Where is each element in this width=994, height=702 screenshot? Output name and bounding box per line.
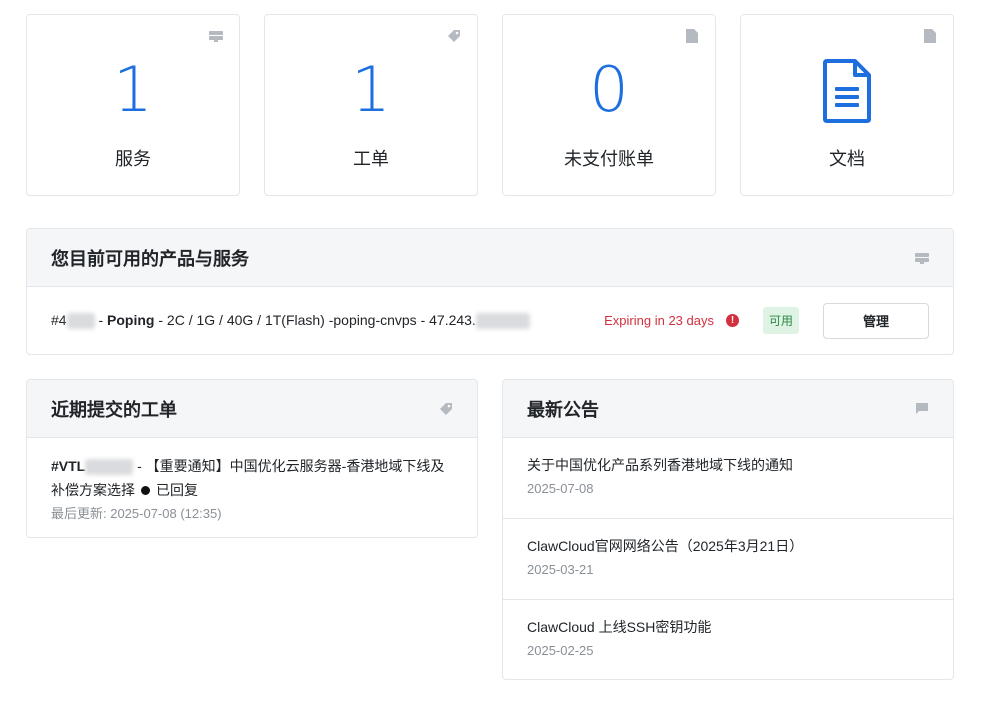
tickets-label: 工单 (353, 149, 389, 169)
announcement-title[interactable]: 关于中国优化产品系列香港地域下线的通知 (527, 455, 929, 475)
announcement-item[interactable]: 关于中国优化产品系列香港地域下线的通知 2025-07-08 (503, 438, 953, 519)
tickets-panel-header: 近期提交的工单 (27, 380, 477, 438)
services-panel: 您目前可用的产品与服务 #4 - Poping - 2C / 1G / 40G … (26, 228, 954, 355)
service-details: - 2C / 1G / 40G / 1T(Flash) -poping-cnvp… (154, 311, 476, 328)
announcement-date: 2025-02-25 (527, 643, 594, 658)
announcements-panel-title: 最新公告 (527, 399, 599, 420)
ticket-updated: 最后更新: 2025-07-08 (12:35) (51, 506, 222, 521)
manage-button[interactable]: 管理 (823, 302, 929, 339)
services-tile[interactable]: 1 服务 (26, 14, 240, 196)
tag-icon (447, 29, 461, 43)
docs-label: 文档 (829, 149, 865, 169)
ticket-subject-line[interactable]: #VTL - 【重要通知】中国优化云服务器-香港地域下线及补偿方案选择 已回复 (51, 454, 453, 502)
ticket-status: 已回复 (156, 482, 198, 498)
ticket-item[interactable]: #VTL - 【重要通知】中国优化云服务器-香港地域下线及补偿方案选择 已回复 最… (27, 438, 477, 540)
announcement-title[interactable]: ClawCloud官网网络公告（2025年3月21日） (527, 536, 929, 556)
expiry-notice: Expiring in 23 days (604, 313, 714, 328)
service-separator: - (94, 311, 108, 328)
tickets-panel: 近期提交的工单 #VTL - 【重要通知】中国优化云服务器-香港地域下线及补偿方… (26, 379, 478, 538)
status-dot-icon (141, 486, 150, 496)
ticket-id: #VTL (51, 458, 86, 474)
file-text-icon (823, 59, 871, 123)
docs-tile[interactable]: 文档 (740, 14, 954, 196)
unpaid-invoices-tile[interactable]: 0 未支付账单 (502, 14, 716, 196)
announcement-title[interactable]: ClawCloud 上线SSH密钥功能 (527, 617, 929, 637)
redacted-id (66, 313, 95, 330)
tickets-panel-title: 近期提交的工单 (51, 399, 177, 420)
service-id: #4 (51, 311, 67, 328)
tickets-count: 1 (351, 53, 391, 126)
announcements-panel-header: 最新公告 (503, 380, 953, 438)
unpaid-invoices-count: 0 (589, 53, 629, 126)
tag-icon (439, 402, 453, 416)
services-panel-title: 您目前可用的产品与服务 (51, 248, 249, 269)
status-badge: 可用 (762, 307, 799, 334)
services-panel-header: 您目前可用的产品与服务 (27, 229, 953, 287)
announcements-panel: 最新公告 关于中国优化产品系列香港地域下线的通知 2025-07-08 Claw… (502, 379, 954, 680)
announcement-item[interactable]: ClawCloud官网网络公告（2025年3月21日） 2025-03-21 (503, 519, 953, 600)
redacted-ticket-id (85, 459, 134, 476)
unpaid-invoices-label: 未支付账单 (564, 149, 654, 169)
exclamation-circle-icon: ! (725, 314, 739, 327)
service-description[interactable]: #4 - Poping - 2C / 1G / 40G / 1T(Flash) … (51, 311, 604, 330)
service-product: Poping (107, 311, 155, 328)
redacted-ip (475, 313, 530, 330)
server-icon (209, 29, 223, 43)
announcement-item[interactable]: ClawCloud 上线SSH密钥功能 2025-02-25 (503, 600, 953, 681)
server-icon (915, 251, 929, 265)
tickets-tile[interactable]: 1 工单 (264, 14, 478, 196)
announcement-date: 2025-07-08 (527, 481, 594, 496)
comment-icon (915, 402, 929, 416)
service-row[interactable]: #4 - Poping - 2C / 1G / 40G / 1T(Flash) … (27, 287, 953, 354)
services-count: 1 (113, 53, 153, 126)
file-icon (685, 29, 699, 43)
services-label: 服务 (115, 149, 151, 169)
file-icon (923, 29, 937, 43)
announcement-date: 2025-03-21 (527, 562, 594, 577)
